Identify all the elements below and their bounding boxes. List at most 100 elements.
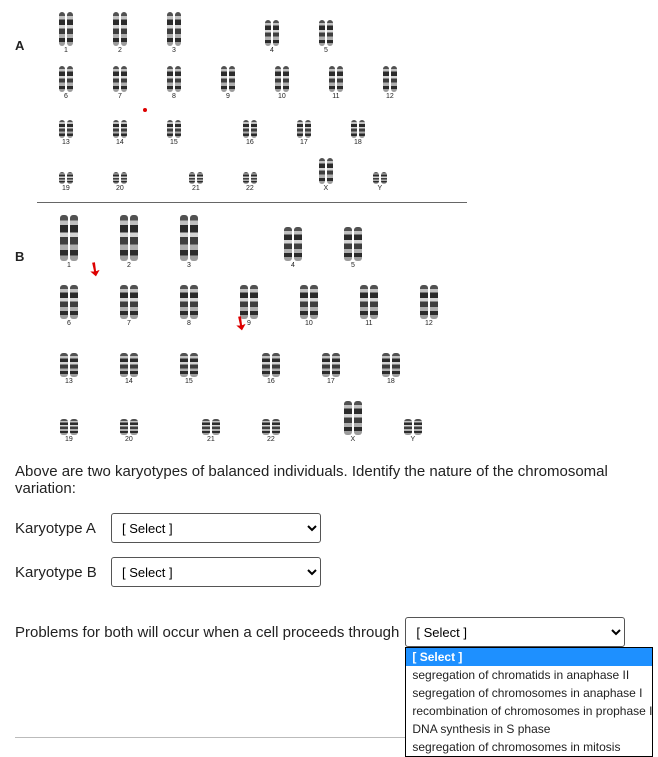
chromosome-number: 17 xyxy=(279,139,329,146)
chromosome-number: 15 xyxy=(149,139,199,146)
question-block: Above are two karyotypes of balanced ind… xyxy=(15,463,643,647)
marker-dot-icon xyxy=(143,108,147,112)
chromosome-slot: 1 xyxy=(41,10,91,54)
dropdown-option[interactable]: segregation of chromosomes in anaphase I xyxy=(406,684,652,702)
karyotype-B-grid: 123456➘789101112131415➘16171819202122XY xyxy=(41,213,461,445)
chromosome-number: 19 xyxy=(41,185,91,192)
chromosome-slot: 4 xyxy=(247,10,297,54)
chromosome-slot: 3 xyxy=(149,10,199,54)
chromosome-number: 11 xyxy=(311,93,361,100)
chromosome-number: 12 xyxy=(365,93,415,100)
chromosome-number: 16 xyxy=(243,378,299,385)
chromosome-number: 12 xyxy=(401,320,457,327)
chromosome-slot: Y xyxy=(355,148,405,192)
karyotype-B-select[interactable]: [ Select ] xyxy=(111,557,321,587)
chromosome-number: 19 xyxy=(41,436,97,443)
chromosome-number: 16 xyxy=(225,139,275,146)
chromosome-number: 20 xyxy=(95,185,145,192)
chromosome-slot: 5 xyxy=(301,10,351,54)
panel-divider xyxy=(37,202,467,203)
chromosome-number: Y xyxy=(355,185,405,192)
chromosome-number: 21 xyxy=(171,185,221,192)
chromosome-slot: 2 xyxy=(95,10,145,54)
panel-B-label: B xyxy=(15,249,37,264)
chromosome-slot: 9 xyxy=(221,271,277,327)
chromosome-number: 3 xyxy=(149,47,199,54)
chromosome-number: 13 xyxy=(41,378,97,385)
chromosome-number: 11 xyxy=(341,320,397,327)
chromosome-slot: 8 xyxy=(149,56,199,100)
chromosome-number: 14 xyxy=(101,378,157,385)
chromosome-slot: 6 xyxy=(41,56,91,100)
dropdown-option[interactable]: DNA synthesis in S phase xyxy=(406,720,652,738)
chromosome-number: 21 xyxy=(183,436,239,443)
dropdown-option[interactable]: segregation of chromosomes in mitosis xyxy=(406,738,652,756)
chromosome-slot: 14 xyxy=(101,329,157,385)
chromosome-slot: 12 xyxy=(401,271,457,327)
chromosome-number: 22 xyxy=(243,436,299,443)
chromosome-number: 1 xyxy=(41,262,97,269)
question-intro: Above are two karyotypes of balanced ind… xyxy=(15,463,643,497)
chromosome-slot: 11 xyxy=(311,56,361,100)
karyotype-A-row: Karyotype A [ Select ] xyxy=(15,513,643,543)
chromosome-slot: 4 xyxy=(265,213,321,269)
chromosome-number: 5 xyxy=(301,47,351,54)
chromosome-slot: 21 xyxy=(171,148,221,192)
chromosome-number: 9 xyxy=(221,320,277,327)
karyotype-A-grid: 12345678910111213141516171819202122XY xyxy=(41,10,461,194)
chromosome-number: 2 xyxy=(101,262,157,269)
chromosome-slot: 17 xyxy=(303,329,359,385)
karyotype-B-field-label: Karyotype B xyxy=(15,564,103,581)
dropdown-option[interactable]: segregation of chromatids in anaphase II xyxy=(406,666,652,684)
chromosome-number: 9 xyxy=(203,93,253,100)
chromosome-number: 18 xyxy=(333,139,383,146)
chromosome-slot: 15 xyxy=(149,102,199,146)
chromosome-slot: 19 xyxy=(41,387,97,443)
chromosome-number: 2 xyxy=(95,47,145,54)
chromosome-number: 4 xyxy=(247,47,297,54)
chromosome-slot: 20 xyxy=(95,148,145,192)
dropdown-option[interactable]: recombination of chromosomes in prophase… xyxy=(406,702,652,720)
chromosome-slot: 11 xyxy=(341,271,397,327)
chromosome-slot: 15 xyxy=(161,329,217,385)
chromosome-slot: 13 xyxy=(41,102,91,146)
chromosome-slot: 18 xyxy=(363,329,419,385)
chromosome-number: 1 xyxy=(41,47,91,54)
problem-prefix-text: Problems for both will occur when a cell… xyxy=(15,624,399,641)
chromosome-slot: 2 xyxy=(101,213,157,269)
chromosome-number: 6 xyxy=(41,320,97,327)
chromosome-slot: 6 xyxy=(41,271,97,327)
chromosome-number: 18 xyxy=(363,378,419,385)
chromosome-number: 4 xyxy=(265,262,321,269)
chromosome-slot: X xyxy=(301,148,351,192)
karyotype-B-row: Karyotype B [ Select ] xyxy=(15,557,643,587)
karyotype-A-select[interactable]: [ Select ] xyxy=(111,513,321,543)
chromosome-slot: 7 xyxy=(95,56,145,100)
chromosome-slot: 21 xyxy=(183,387,239,443)
chromosome-number: 3 xyxy=(161,262,217,269)
karyotype-A-field-label: Karyotype A xyxy=(15,520,103,537)
chromosome-slot: 10 xyxy=(257,56,307,100)
chromosome-slot: 9 xyxy=(203,56,253,100)
chromosome-number: 22 xyxy=(225,185,275,192)
chromosome-slot: 5 xyxy=(325,213,381,269)
chromosome-slot: 22 xyxy=(243,387,299,443)
chromosome-number: 20 xyxy=(101,436,157,443)
chromosome-number: 14 xyxy=(95,139,145,146)
problem-select-dropdown[interactable]: [ Select ]segregation of chromatids in a… xyxy=(405,647,653,757)
chromosome-slot: 20 xyxy=(101,387,157,443)
chromosome-slot: 18 xyxy=(333,102,383,146)
chromosome-number: 13 xyxy=(41,139,91,146)
chromosome-number: X xyxy=(325,436,381,443)
chromosome-slot: 10 xyxy=(281,271,337,327)
chromosome-number: 17 xyxy=(303,378,359,385)
chromosome-number: 10 xyxy=(257,93,307,100)
dropdown-option[interactable]: [ Select ] xyxy=(406,648,652,666)
chromosome-slot: 8 xyxy=(161,271,217,327)
chromosome-number: 5 xyxy=(325,262,381,269)
chromosome-slot: 22 xyxy=(225,148,275,192)
problem-select[interactable]: [ Select ] xyxy=(405,617,625,647)
chromosome-slot: 3 xyxy=(161,213,217,269)
chromosome-slot: 17 xyxy=(279,102,329,146)
chromosome-number: 7 xyxy=(101,320,157,327)
